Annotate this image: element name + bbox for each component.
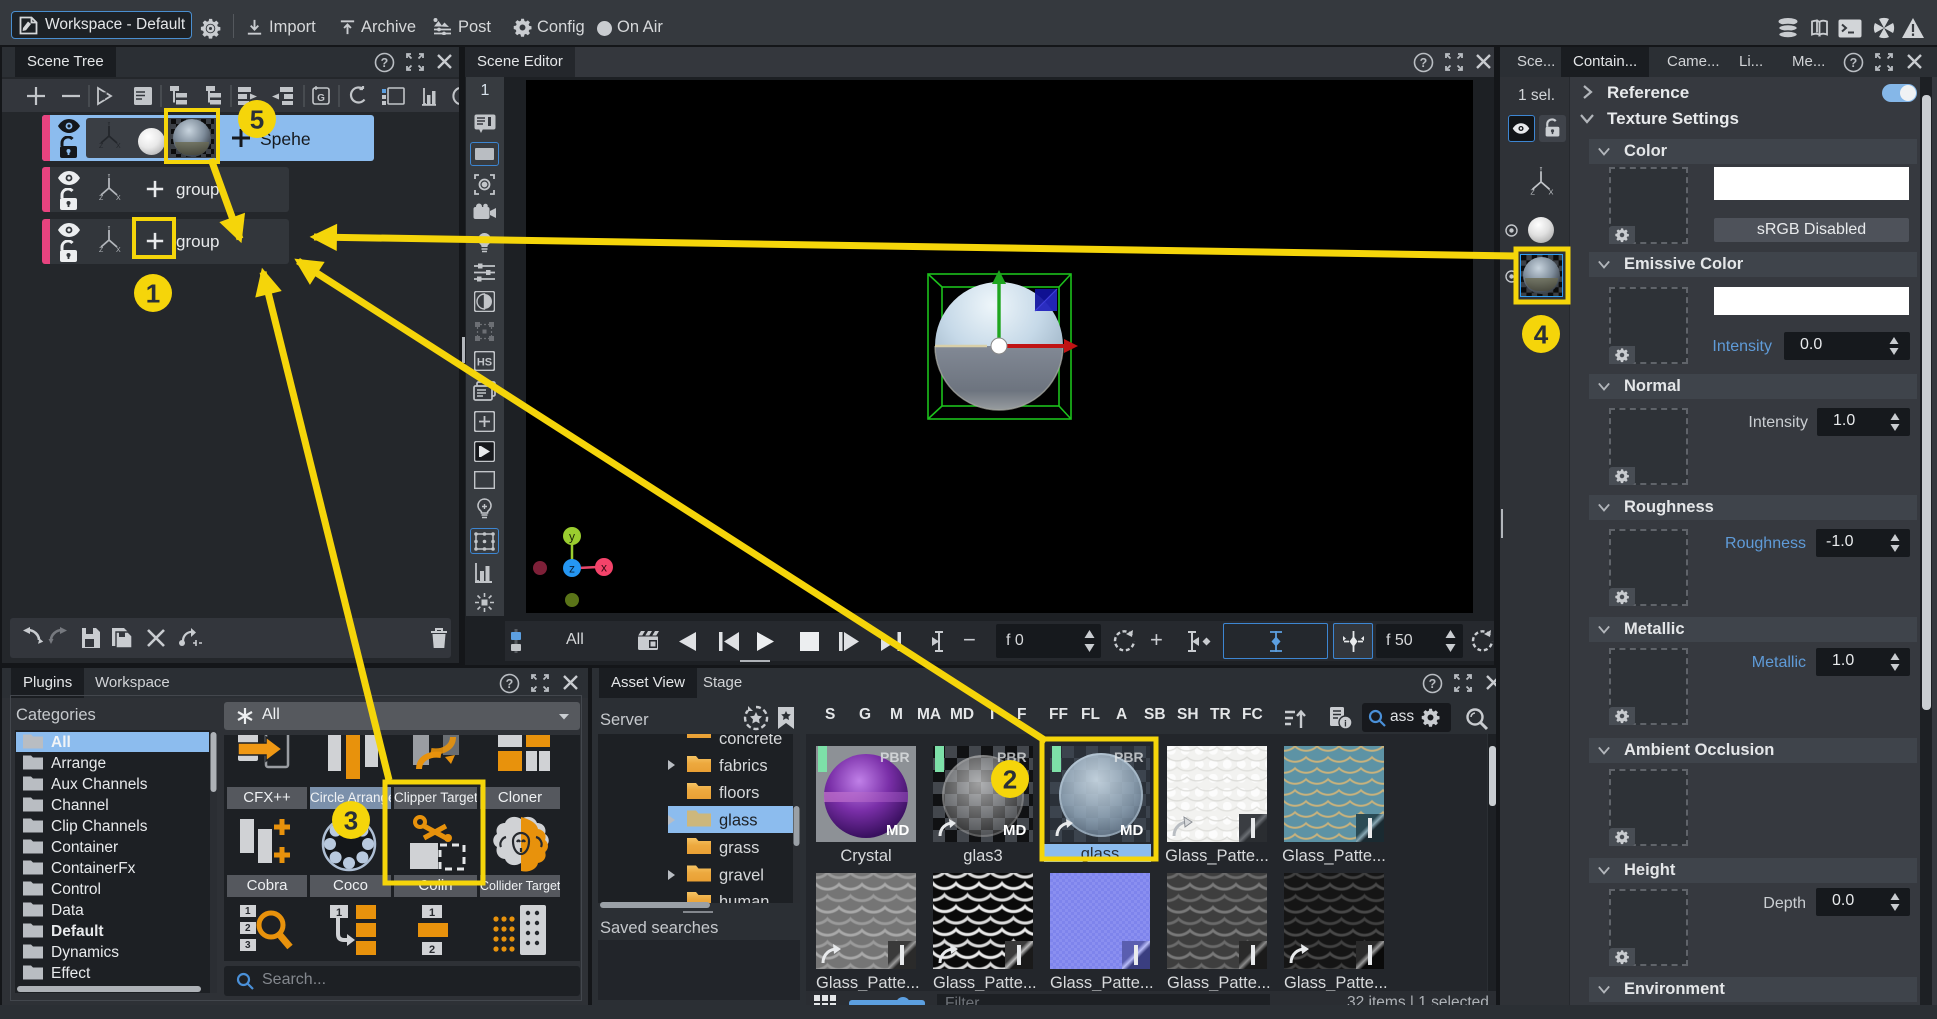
- svg-text:3: 3: [344, 806, 358, 836]
- svg-text:2: 2: [1003, 765, 1017, 795]
- svg-text:1: 1: [146, 279, 160, 309]
- svg-text:4: 4: [1534, 320, 1549, 350]
- svg-text:5: 5: [250, 105, 264, 135]
